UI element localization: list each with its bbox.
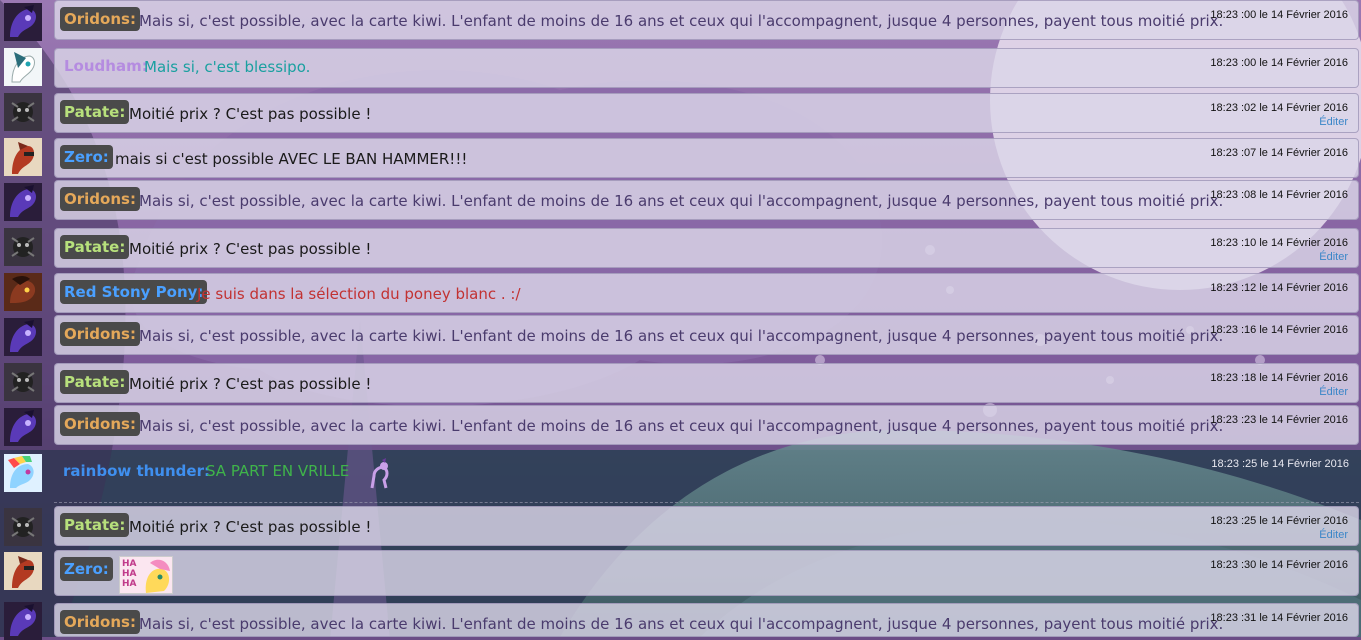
chat-message: Patate: Moitié prix ? C'est pas possible…	[0, 90, 1361, 135]
chat-message: Oridons: Mais si, c'est possible, avec l…	[0, 405, 1361, 450]
username-patate[interactable]: Patate:	[60, 370, 130, 394]
message-bubble: Oridons: Mais si, c'est possible, avec l…	[54, 603, 1359, 637]
timestamp: 18:23 :16 le 14 Février 2016	[1210, 324, 1348, 336]
chat-message: rainbow thunder: SA PART EN VRILLE 18:23…	[0, 450, 1361, 505]
chat-message: Oridons: Mais si, c'est possible, avec l…	[0, 600, 1361, 640]
username-oridons[interactable]: Oridons:	[60, 7, 140, 31]
timestamp: 18:23 :18 le 14 Février 2016	[1210, 372, 1348, 384]
username-oridons[interactable]: Oridons:	[60, 322, 140, 346]
message-text: mais si c'est possible AVEC LE BAN HAMME…	[115, 150, 468, 168]
message-bubble: Zero: HA HA HA 18:23 :30 le 14 Février 2…	[54, 550, 1359, 596]
purple-pony-avatar[interactable]	[4, 183, 42, 221]
message-bubble: Red Stony Pony: Je suis dans la sélectio…	[54, 273, 1359, 313]
purple-pony-avatar[interactable]	[4, 602, 42, 640]
timestamp: 18:23 :30 le 14 Février 2016	[1210, 559, 1348, 571]
message-text: Moitié prix ? C'est pas possible !	[129, 518, 372, 536]
message-text: Mais si, c'est possible, avec la carte k…	[139, 12, 1224, 30]
white-pony-avatar[interactable]	[4, 48, 42, 86]
message-bubble: Oridons: Mais si, c'est possible, avec l…	[54, 180, 1359, 220]
chat-message: Patate: Moitié prix ? C'est pas possible…	[0, 505, 1361, 550]
message-bubble: Patate: Moitié prix ? C'est pas possible…	[54, 506, 1359, 546]
shadow-pony-avatar[interactable]	[4, 93, 42, 131]
timestamp: 18:23 :00 le 14 Février 2016	[1210, 57, 1348, 69]
message-bubble: Oridons: Mais si, c'est possible, avec l…	[54, 405, 1359, 445]
edit-link[interactable]: Éditer	[1319, 251, 1348, 263]
purple-pony-avatar[interactable]	[4, 408, 42, 446]
username-loudham[interactable]: Loudham:	[64, 57, 148, 75]
timestamp: 18:23 :25 le 14 Février 2016	[1211, 458, 1349, 470]
message-bubble: Zero: mais si c'est possible AVEC LE BAN…	[54, 138, 1359, 178]
pony-emote-icon	[366, 458, 392, 492]
message-text: Moitié prix ? C'est pas possible !	[129, 375, 372, 393]
chat-message: Red Stony Pony: Je suis dans la sélectio…	[0, 270, 1361, 315]
message-text: Je suis dans la sélection du poney blanc…	[197, 285, 521, 303]
message-text: Mais si, c'est possible, avec la carte k…	[139, 417, 1224, 435]
message-bubble: Patate: Moitié prix ? C'est pas possible…	[54, 228, 1359, 268]
username-patate[interactable]: Patate:	[60, 513, 130, 537]
username-zero[interactable]: Zero:	[60, 145, 113, 169]
edit-link[interactable]: Éditer	[1319, 529, 1348, 541]
shadow-pony-avatar[interactable]	[4, 363, 42, 401]
timestamp: 18:23 :12 le 14 Février 2016	[1210, 282, 1348, 294]
chat-message: Zero: HA HA HA 18:23 :30 le 14 Février 2…	[0, 550, 1361, 598]
message-text: SA PART EN VRILLE	[206, 462, 350, 480]
username-oridons[interactable]: Oridons:	[60, 187, 140, 211]
username-red-stony-pony[interactable]: Red Stony Pony:	[60, 280, 208, 304]
purple-pony-avatar[interactable]	[4, 318, 42, 356]
message-bubble: Patate: Moitié prix ? C'est pas possible…	[54, 363, 1359, 403]
edit-link[interactable]: Éditer	[1319, 386, 1348, 398]
timestamp: 18:23 :23 le 14 Février 2016	[1210, 414, 1348, 426]
username-patate[interactable]: Patate:	[60, 100, 130, 124]
shadow-pony-avatar[interactable]	[4, 228, 42, 266]
chat-message: Oridons: Mais si, c'est possible, avec l…	[0, 180, 1361, 225]
username-oridons[interactable]: Oridons:	[60, 610, 140, 634]
chat-message: Patate: Moitié prix ? C'est pas possible…	[0, 225, 1361, 270]
message-bubble: Oridons: Mais si, c'est possible, avec l…	[54, 0, 1359, 40]
chat-message: Loudham: Mais si, c'est blessipo. 18:23 …	[0, 45, 1361, 90]
edit-link[interactable]: Éditer	[1319, 116, 1348, 128]
username-zero[interactable]: Zero:	[60, 557, 113, 581]
chat-log: Oridons: Mais si, c'est possible, avec l…	[0, 0, 1361, 640]
message-bubble: Oridons: Mais si, c'est possible, avec l…	[54, 315, 1359, 355]
message-text: Moitié prix ? C'est pas possible !	[129, 240, 372, 258]
image-caption: HA HA HA	[122, 559, 137, 589]
message-text: Mais si, c'est possible, avec la carte k…	[139, 192, 1224, 210]
message-text: Mais si, c'est possible, avec la carte k…	[139, 615, 1224, 633]
purple-pony-avatar[interactable]	[4, 3, 42, 41]
rainbow-pony-avatar[interactable]	[4, 454, 42, 492]
timestamp: 18:23 :25 le 14 Février 2016	[1210, 515, 1348, 527]
timestamp: 18:23 :31 le 14 Février 2016	[1210, 612, 1348, 624]
red-pony-avatar[interactable]	[4, 138, 42, 176]
red-pony-avatar[interactable]	[4, 552, 42, 590]
username-patate[interactable]: Patate:	[60, 235, 130, 259]
message-text: Mais si, c'est blessipo.	[144, 58, 311, 76]
message-bubble: rainbow thunder: SA PART EN VRILLE 18:23…	[54, 450, 1359, 503]
timestamp: 18:23 :07 le 14 Février 2016	[1210, 147, 1348, 159]
shadow-pony-avatar[interactable]	[4, 508, 42, 546]
timestamp: 18:23 :00 le 14 Février 2016	[1210, 9, 1348, 21]
chat-message: Oridons: Mais si, c'est possible, avec l…	[0, 315, 1361, 360]
chat-message: Oridons: Mais si, c'est possible, avec l…	[0, 0, 1361, 45]
timestamp: 18:23 :08 le 14 Février 2016	[1210, 189, 1348, 201]
username-rainbow-thunder[interactable]: rainbow thunder:	[63, 462, 210, 480]
brown-pony-avatar[interactable]	[4, 273, 42, 311]
message-text: Moitié prix ? C'est pas possible !	[129, 105, 372, 123]
laughing-pony-image[interactable]: HA HA HA	[119, 556, 173, 594]
username-oridons[interactable]: Oridons:	[60, 412, 140, 436]
chat-message: Patate: Moitié prix ? C'est pas possible…	[0, 360, 1361, 405]
timestamp: 18:23 :10 le 14 Février 2016	[1210, 237, 1348, 249]
message-text: Mais si, c'est possible, avec la carte k…	[139, 327, 1224, 345]
timestamp: 18:23 :02 le 14 Février 2016	[1210, 102, 1348, 114]
message-bubble: Patate: Moitié prix ? C'est pas possible…	[54, 93, 1359, 133]
message-bubble: Loudham: Mais si, c'est blessipo. 18:23 …	[54, 48, 1359, 88]
chat-message: Zero: mais si c'est possible AVEC LE BAN…	[0, 135, 1361, 180]
